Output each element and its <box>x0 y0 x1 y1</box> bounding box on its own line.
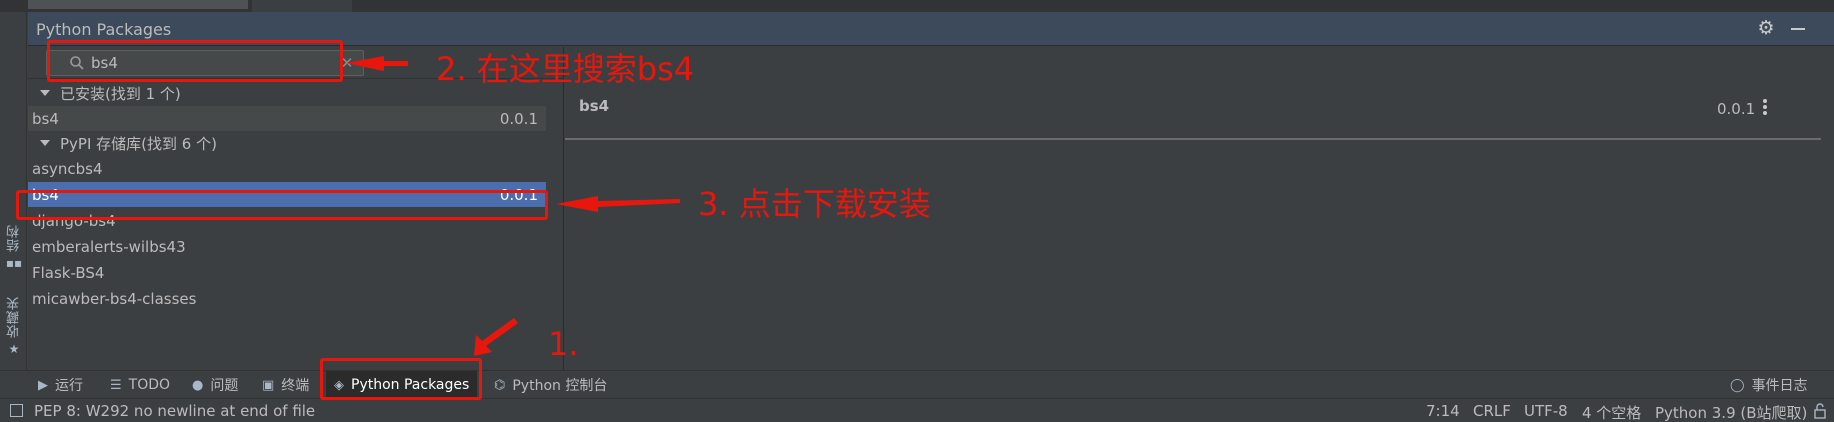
play-icon: ▶ <box>38 377 48 393</box>
installed-package-row[interactable]: bs4 0.0.1 <box>28 106 546 131</box>
tab-event-log[interactable]: ◯ 事件日志 <box>1722 371 1816 399</box>
python-interpreter[interactable]: Python 3.9 (B站爬取) <box>1655 402 1807 422</box>
lock-icon[interactable] <box>1812 403 1828 419</box>
tab-python-console[interactable]: ⌬ Python 控制台 <box>486 371 615 399</box>
annotation-highlight-bs4-row <box>16 190 548 220</box>
tab-label: Python 控制台 <box>512 378 608 394</box>
pypi-package-row[interactable]: asyncbs4 <box>28 156 564 181</box>
structure-icon: ▪▪ <box>5 256 23 270</box>
tab-label: 运行 <box>55 378 83 394</box>
indent-setting[interactable]: 4 个空格 <box>1582 402 1641 422</box>
panel-title: Python Packages <box>36 20 172 39</box>
annotation-highlight-search <box>47 40 343 82</box>
structure-tool-tab[interactable]: 结构 ▪▪ <box>3 224 25 270</box>
line-separator[interactable]: CRLF <box>1473 402 1511 420</box>
installed-group-label: 已安装(找到 1 个) <box>60 84 181 103</box>
status-message: PEP 8: W292 no newline at end of file <box>34 402 316 420</box>
tab-label: TODO <box>128 377 171 393</box>
annotation-highlight-packages-tab <box>320 358 482 400</box>
pypi-group-label: PyPI 存储库(找到 6 个) <box>60 134 217 153</box>
tab-label: 事件日志 <box>1751 378 1808 394</box>
editor-tab[interactable] <box>252 0 352 12</box>
gear-icon[interactable]: ⚙ <box>1756 18 1776 38</box>
list-icon: ☰ <box>110 377 122 393</box>
problems-icon: ● <box>192 377 204 393</box>
annotation-step1: 1. <box>548 325 579 363</box>
pypi-package-row[interactable]: emberalerts-wilbs43 <box>28 234 564 259</box>
chevron-down-icon <box>40 140 50 146</box>
python-console-icon: ⌬ <box>494 377 506 393</box>
detail-package-name: bs4 <box>579 97 610 115</box>
tab-todo[interactable]: ☰ TODO <box>102 371 178 399</box>
package-name: asyncbs4 <box>32 159 103 178</box>
package-name: Flask-BS4 <box>32 263 105 282</box>
caret-position[interactable]: 7:14 <box>1426 402 1460 420</box>
chevron-down-icon <box>40 90 50 96</box>
tab-problems[interactable]: ● 问题 <box>184 371 246 399</box>
status-bar: PEP 8: W292 no newline at end of file 7:… <box>0 398 1834 422</box>
tab-run[interactable]: ▶ 运行 <box>30 371 91 399</box>
file-encoding[interactable]: UTF-8 <box>1524 402 1568 420</box>
more-options-icon[interactable] <box>1759 97 1771 117</box>
toggle-tool-windows-icon[interactable] <box>10 404 23 417</box>
structure-tab-label: 结构 <box>6 224 22 252</box>
terminal-icon: ▣ <box>262 377 275 393</box>
tab-label: 终端 <box>281 378 310 394</box>
detail-package-version[interactable]: 0.0.1 <box>1717 100 1755 118</box>
star-icon: ★ <box>8 342 20 356</box>
divider <box>565 138 1821 140</box>
editor-tab-strip <box>0 0 1834 12</box>
event-log-icon: ◯ <box>1730 377 1745 393</box>
package-version: 0.0.1 <box>499 109 538 128</box>
annotation-step3: 3. 点击下载安装 <box>698 185 931 223</box>
pypi-group-header[interactable]: PyPI 存储库(找到 6 个) <box>28 131 564 155</box>
pypi-package-row[interactable]: micawber-bs4-classes <box>28 286 564 311</box>
favorites-tool-tab[interactable]: 收藏夹 ★ <box>3 296 25 356</box>
tool-window-bar: ▶ 运行 ☰ TODO ● 问题 ▣ 终端 ◈ Python Packages … <box>0 370 1834 399</box>
minimize-icon[interactable] <box>1788 18 1808 38</box>
tab-terminal[interactable]: ▣ 终端 <box>254 371 317 399</box>
favorites-tab-label: 收藏夹 <box>6 296 22 338</box>
package-name: micawber-bs4-classes <box>32 289 197 308</box>
package-name: emberalerts-wilbs43 <box>32 237 186 256</box>
tab-label: 问题 <box>210 378 239 394</box>
annotation-step2: 2. 在这里搜索bs4 <box>436 50 695 88</box>
pypi-package-row[interactable]: Flask-BS4 <box>28 260 564 285</box>
editor-tab[interactable] <box>28 0 248 9</box>
package-name: bs4 <box>32 109 59 128</box>
